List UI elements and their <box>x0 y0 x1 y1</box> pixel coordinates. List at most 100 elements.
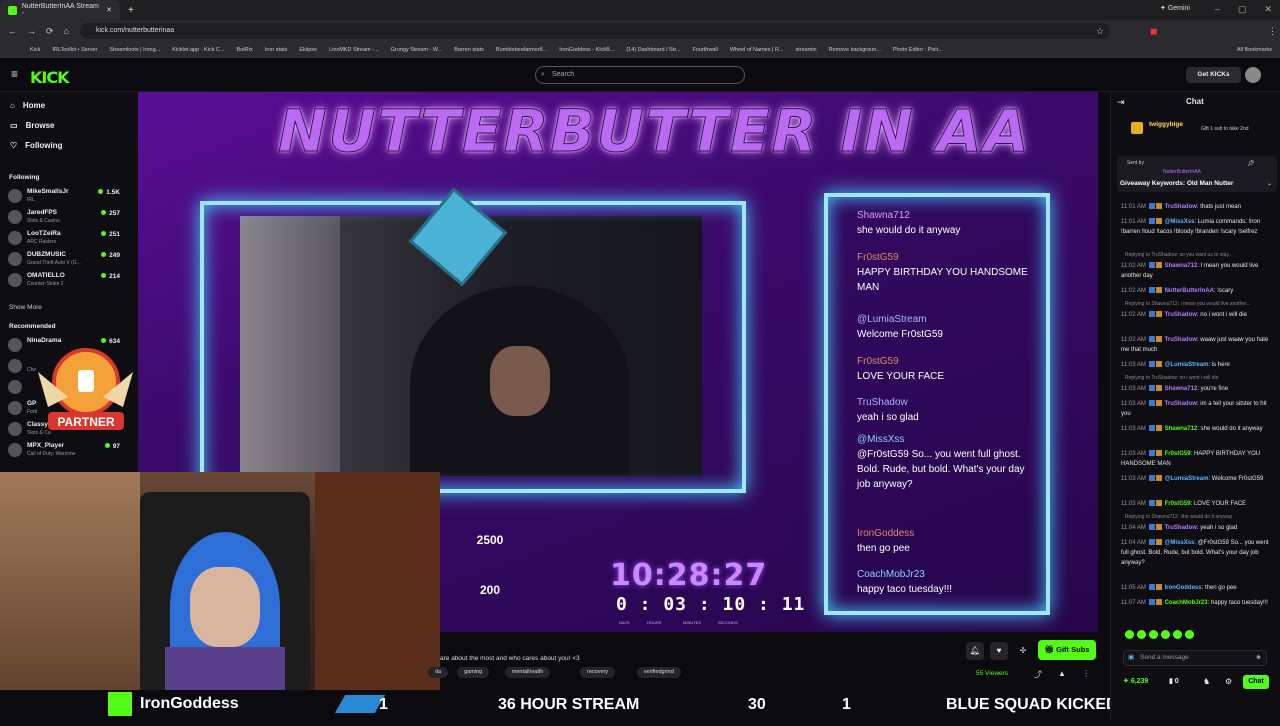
reload-icon[interactable]: ⟳ <box>46 26 54 37</box>
stream-tag[interactable]: mentalhealth <box>504 667 551 678</box>
emote-icon[interactable] <box>1137 630 1146 639</box>
bookmark-item[interactable]: BotRix <box>237 47 253 53</box>
gift-subs-button[interactable]: 🎁︎ Gift Subs <box>1038 640 1096 660</box>
bookmark-item[interactable]: IronGoddess - KickB... <box>559 47 614 53</box>
emote-icon[interactable] <box>1125 630 1134 639</box>
sidebar-channel-item[interactable]: DUBZMUSIC Grand Theft Auto V (G... 249 <box>8 249 130 269</box>
chat-message[interactable]: 11:03 AM Shawna712: you're fine <box>1121 384 1271 394</box>
chat-username[interactable]: CoachMobJr23 <box>1165 600 1208 606</box>
bookmark-item[interactable]: Bumblebeefarmer8... <box>496 47 547 53</box>
game-icon[interactable]: ♞ <box>1203 677 1210 686</box>
chat-username[interactable]: Shawna712 <box>1165 386 1198 392</box>
chat-message[interactable]: 11:05 AM IronGoddess: then go pee <box>1121 583 1271 593</box>
bookmark-item[interactable]: Streamloots | Irong... <box>109 47 160 53</box>
bookmark-item[interactable]: Eklipse <box>299 47 317 53</box>
chat-username[interactable]: Fr0stG59 <box>1165 451 1191 457</box>
chevron-down-icon[interactable]: ⌄ <box>1267 180 1272 187</box>
chat-message[interactable]: 11:03 AM @LumiaStream: Welcome Fr0stG59 <box>1121 474 1271 484</box>
chat-username[interactable]: TruShadow <box>1165 401 1197 407</box>
collapse-chat-icon[interactable]: ⇥ <box>1117 97 1125 108</box>
stream-tag[interactable]: recovery <box>580 667 616 678</box>
emoji-icon[interactable]: ☻ <box>1255 651 1262 665</box>
extensions-icon[interactable]: ◼ <box>1150 26 1157 37</box>
sidebar-channel-item[interactable]: JaredFPS Slots & Casino 257 <box>8 207 130 227</box>
bookmark-item[interactable]: streamin <box>796 47 817 53</box>
chat-message[interactable]: 11:03 AM @LumiaStream: is here <box>1121 360 1271 370</box>
chat-message[interactable]: 11:04 AM @MissXss: @Fr0stG59 So... you w… <box>1121 538 1271 568</box>
bookmark-item[interactable]: Grungy Stream - W... <box>391 47 443 53</box>
chat-username[interactable]: Shawna712 <box>1165 263 1198 269</box>
chat-username[interactable]: NutterButterInAA <box>1165 288 1214 294</box>
show-more-link[interactable]: Show More <box>9 304 42 311</box>
hamburger-menu-icon[interactable]: ≡ <box>11 67 18 81</box>
chat-message[interactable]: 11:01 AM TruShadow: thats just mean <box>1121 202 1271 212</box>
bookmark-item[interactable]: Barren stats <box>454 47 484 53</box>
alert-icon[interactable]: ▲ <box>1058 669 1066 678</box>
settings-gear-icon[interactable]: ⚙ <box>1225 677 1232 686</box>
pinned-gift-box[interactable]: twiggybige Gift 1 sub to take 2nd <box>1121 114 1276 142</box>
maximize-icon[interactable]: ▢ <box>1238 4 1247 15</box>
nav-following[interactable]: ♡ Following <box>10 141 63 150</box>
chat-message[interactable]: 11:03 AM TruShadow: im a tell your sitst… <box>1121 399 1271 419</box>
chat-username[interactable]: @LumiaStream <box>1165 476 1209 482</box>
bookmark-item[interactable]: IRLToolkit • Server <box>52 47 97 53</box>
chat-message[interactable]: 11:04 AM TruShadow: yeah i so glad <box>1121 523 1271 533</box>
share-small-icon[interactable]: ⤴ <box>1034 669 1042 680</box>
bookmark-item[interactable]: Iron stats <box>265 47 288 53</box>
gemini-button[interactable]: ✦ Gemini <box>1160 4 1190 12</box>
bookmark-item[interactable]: Fourthwall <box>692 47 717 53</box>
search-input[interactable]: ⌕ Search <box>535 66 745 84</box>
new-tab-icon[interactable]: + <box>128 5 134 16</box>
bookmark-item[interactable]: Wheel of Names | R... <box>730 47 784 53</box>
pinned-message[interactable]: Sent by NutterButterInAA Giveaway Keywor… <box>1117 156 1277 192</box>
bookmark-item[interactable]: Remove backgroun... <box>829 47 881 53</box>
stream-tag[interactable]: verifiedgrind <box>636 667 681 678</box>
notification-bell-icon[interactable]: 🔔︎ <box>966 642 984 660</box>
bookmark-star-icon[interactable]: ☆ <box>1096 26 1104 37</box>
chat-message[interactable]: 11:07 AM CoachMobJr23: happy taco tuesda… <box>1121 598 1271 608</box>
chat-message[interactable]: 11:03 AM Shawna712: she would do it anyw… <box>1121 424 1271 434</box>
sidebar-channel-item[interactable]: MikeSmallsJr IRL 1.5K <box>8 186 130 206</box>
bookmark-item[interactable]: Kick <box>30 47 40 53</box>
chat-username[interactable]: TruShadow <box>1165 337 1197 343</box>
home-icon[interactable]: ⌂ <box>64 26 69 36</box>
follow-heart-icon[interactable]: ♥ <box>990 642 1008 660</box>
chat-message-input[interactable]: ▣ Send a message ☻ <box>1123 650 1267 666</box>
emote-icon[interactable] <box>1185 630 1194 639</box>
chat-username[interactable]: TruShadow <box>1165 525 1197 531</box>
emote-icon[interactable] <box>1161 630 1170 639</box>
chat-message[interactable]: 11:02 AM TruShadow: no i wont i will die <box>1121 310 1271 320</box>
chat-username[interactable]: @MissXss <box>1165 540 1195 546</box>
sidebar-channel-item[interactable]: LooTZeiRa ARC Raiders 251 <box>8 228 130 248</box>
chat-username[interactable]: Fr0stG59 <box>1165 501 1191 507</box>
nav-browse[interactable]: ▭ Browse <box>10 121 54 130</box>
user-avatar[interactable] <box>1245 67 1261 83</box>
bookmark-item[interactable]: Kicklet.app - Kick C... <box>172 47 224 53</box>
menu-dots-icon[interactable]: ⋮ <box>1268 26 1277 37</box>
chat-username[interactable]: IronGoddess <box>1165 585 1202 591</box>
back-icon[interactable]: ← <box>8 26 17 36</box>
stream-tag[interactable]: da <box>428 667 449 678</box>
chat-message[interactable]: 11:02 AM Shawna712: I mean you would liv… <box>1121 261 1271 281</box>
bookmark-item[interactable]: (14) Dashboard / Str... <box>626 47 680 53</box>
close-tab-icon[interactable]: ✕ <box>106 6 112 14</box>
stream-tag[interactable]: gaming <box>457 667 490 678</box>
emote-icon[interactable] <box>1149 630 1158 639</box>
bookmark-item[interactable]: Photo Editor : Pixlr... <box>893 47 943 53</box>
chat-message[interactable]: 11:02 AM NutterButterInAA: !scary <box>1121 286 1271 296</box>
close-window-icon[interactable]: ✕ <box>1264 4 1272 15</box>
chat-message[interactable]: 11:03 AM Fr0stG59: HAPPY BIRTHDAY YOU HA… <box>1121 449 1271 469</box>
more-options-icon[interactable]: ⋮ <box>1082 669 1090 678</box>
minimize-icon[interactable]: – <box>1215 4 1220 15</box>
nav-home[interactable]: ⌂ Home <box>10 101 45 110</box>
forward-icon[interactable]: → <box>27 26 36 36</box>
share-icon[interactable]: ✢ <box>1014 642 1032 660</box>
chat-username[interactable]: @LumiaStream <box>1165 362 1209 368</box>
pin-icon[interactable]: 📌︎ <box>1247 160 1255 167</box>
browser-tab[interactable]: NutterButterInAA Stream - ✕ <box>0 0 120 20</box>
chat-username[interactable]: TruShadow <box>1165 312 1197 318</box>
chat-message[interactable]: 11:03 AM Fr0stG59: LOVE YOUR FACE <box>1121 499 1271 509</box>
emote-icon[interactable] <box>1173 630 1182 639</box>
sidebar-channel-item[interactable]: OMATIELLO Counter-Strike 2 214 <box>8 270 130 290</box>
gift-count[interactable]: ▮ 0 <box>1169 677 1179 685</box>
